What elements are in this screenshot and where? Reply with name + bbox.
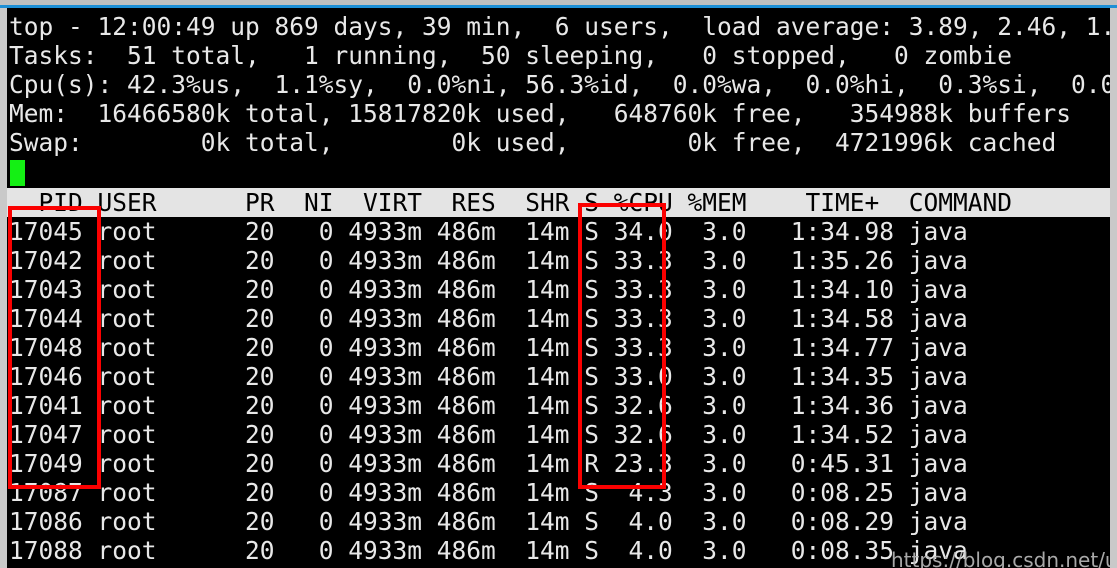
window-frame-right (1110, 0, 1117, 568)
table-row[interactable]: 17046 root 20 0 4933m 486m 14m S 33.0 3.… (9, 362, 968, 391)
table-row[interactable]: 17086 root 20 0 4933m 486m 14m S 4.0 3.0… (9, 507, 968, 536)
table-row[interactable]: 17088 root 20 0 4933m 486m 14m S 4.0 3.0… (9, 536, 968, 565)
top-summary-mem-line: Mem: 16466580k total, 15817820k used, 64… (9, 99, 1072, 128)
window-frame-left (0, 0, 7, 568)
top-summary-uptime-line: top - 12:00:49 up 869 days, 39 min, 6 us… (9, 12, 1110, 41)
watermark-text: https://blog.csdn.net/u012829124 (891, 548, 1110, 568)
top-summary-swap-line: Swap: 0k total, 0k used, 0k free, 472199… (9, 128, 1057, 157)
screenshot-root: top - 12:00:49 up 869 days, 39 min, 6 us… (0, 0, 1117, 568)
table-row[interactable]: 17087 root 20 0 4933m 486m 14m S 4.3 3.0… (9, 478, 968, 507)
table-row[interactable]: 17049 root 20 0 4933m 486m 14m R 23.3 3.… (9, 449, 968, 478)
table-row[interactable]: 17047 root 20 0 4933m 486m 14m S 32.6 3.… (9, 420, 968, 449)
table-header-text: PID USER PR NI VIRT RES SHR S %CPU %MEM … (9, 188, 1013, 217)
top-summary-cpu-line: Cpu(s): 42.3%us, 1.1%sy, 0.0%ni, 56.3%id… (9, 70, 1110, 99)
terminal-output[interactable]: top - 12:00:49 up 869 days, 39 min, 6 us… (7, 8, 1110, 568)
table-header-row: PID USER PR NI VIRT RES SHR S %CPU %MEM … (7, 188, 1110, 217)
terminal-cursor-block (10, 160, 25, 186)
table-row[interactable]: 17043 root 20 0 4933m 486m 14m S 33.3 3.… (9, 275, 968, 304)
table-row[interactable]: 17048 root 20 0 4933m 486m 14m S 33.3 3.… (9, 333, 968, 362)
table-row[interactable]: 17041 root 20 0 4933m 486m 14m S 32.6 3.… (9, 391, 968, 420)
top-summary-tasks-line: Tasks: 51 total, 1 running, 50 sleeping,… (9, 41, 1013, 70)
table-row[interactable]: 17044 root 20 0 4933m 486m 14m S 33.3 3.… (9, 304, 968, 333)
table-row[interactable]: 17045 root 20 0 4933m 486m 14m S 34.0 3.… (9, 217, 968, 246)
table-row[interactable]: 17042 root 20 0 4933m 486m 14m S 33.3 3.… (9, 246, 968, 275)
